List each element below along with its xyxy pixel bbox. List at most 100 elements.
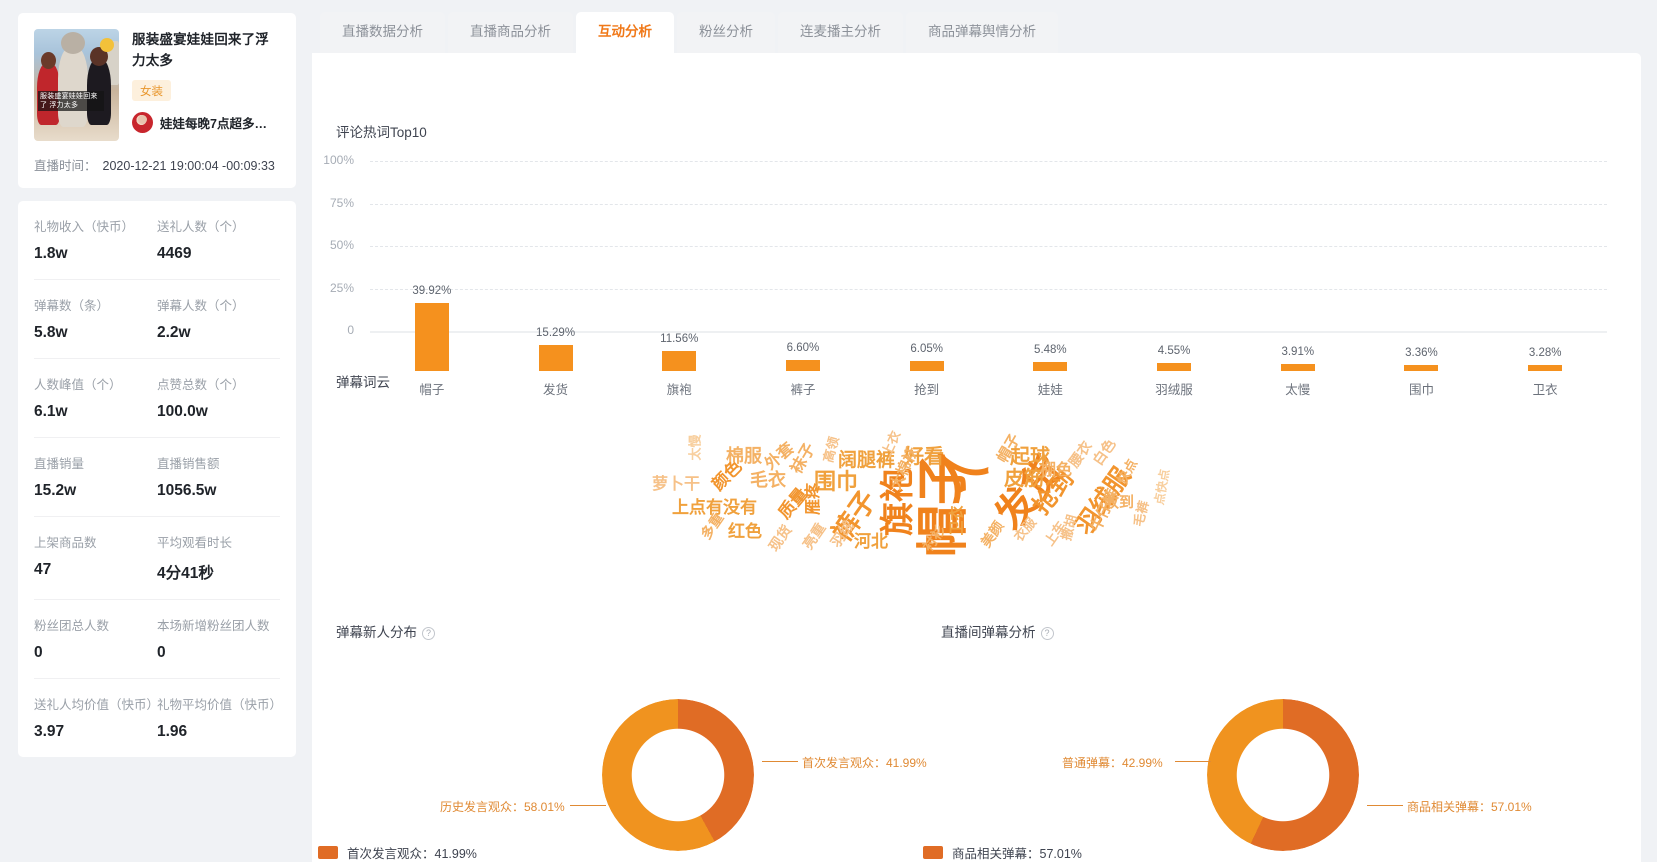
donut-right-callout-1: 商品相关弹幕：57.01% [1407, 798, 1532, 815]
bar-value-label: 15.29% [536, 327, 575, 339]
bar[interactable] [1033, 362, 1067, 371]
donut-ring [602, 699, 754, 851]
donut-left-callout-2: 历史发言观众：58.01% [440, 798, 565, 815]
bar[interactable] [1281, 364, 1315, 371]
stat-cell: 粉丝团总人数 0 [34, 617, 157, 662]
legend-label: 商品相关弹幕：57.01% [952, 843, 1082, 862]
stat-label: 人数峰值（个） [34, 376, 157, 394]
donut-right-legend: 商品相关弹幕：57.01% 普通弹幕：42.99% [923, 843, 1082, 862]
stat-label: 粉丝团总人数 [34, 617, 157, 635]
stat-row: 礼物收入（快币） 1.8w 送礼人数（个） 4469 [34, 201, 280, 280]
stat-value: 4分41秒 [157, 561, 280, 583]
tab-colive-host-analysis[interactable]: 连麦播主分析 [778, 12, 903, 53]
bar-category-label: 抢到 [914, 379, 939, 398]
legend-label: 首次发言观众：41.99% [347, 843, 477, 862]
help-icon[interactable]: ? [422, 627, 435, 640]
stat-row: 弹幕数（条） 5.8w 弹幕人数（个） 2.2w [34, 280, 280, 359]
stat-row: 人数峰值（个） 6.1w 点赞总数（个） 100.0w [34, 359, 280, 438]
bar-category-label: 发货 [543, 379, 568, 398]
word-cloud-word[interactable]: 太慢 [689, 434, 702, 460]
leader-line [570, 805, 606, 806]
stat-row: 上架商品数 47 平均观看时长 4分41秒 [34, 517, 280, 600]
word-cloud-word[interactable]: 皮筋 [1004, 469, 1044, 489]
bar-column[interactable]: 4.55%羽绒服 [1112, 201, 1236, 371]
stat-label: 送礼人数（个） [157, 218, 280, 236]
word-cloud-word[interactable]: 毛裤 [1131, 499, 1150, 527]
legend-item[interactable]: 商品相关弹幕：57.01% [923, 843, 1082, 862]
bar-column[interactable]: 39.92%帽子 [370, 201, 494, 371]
bar-column[interactable]: 15.29%发货 [494, 201, 618, 371]
leader-line [1175, 761, 1211, 762]
bar[interactable] [1404, 365, 1438, 371]
anchor-row[interactable]: 娃娃每晚7点超多… [132, 112, 280, 133]
stat-label: 直播销量 [34, 455, 157, 473]
tab-product-danmu-sentiment[interactable]: 商品弹幕舆情分析 [906, 12, 1058, 53]
stat-label: 点赞总数（个） [157, 376, 280, 394]
legend-item[interactable]: 首次发言观众：41.99% [318, 843, 477, 862]
word-cloud-word[interactable]: 上衣 [880, 429, 903, 458]
word-cloud-word[interactable]: 快点 [1115, 457, 1139, 486]
stat-cell: 弹幕数（条） 5.8w [34, 297, 157, 342]
bar-category-label: 羽绒服 [1155, 379, 1193, 398]
bar-value-label: 3.28% [1529, 347, 1562, 359]
stat-value: 0 [157, 644, 280, 662]
bar[interactable] [539, 345, 573, 371]
bar-column[interactable]: 5.48%娃娃 [989, 201, 1113, 371]
donut-right-title: 直播间弹幕分析? [941, 621, 1054, 641]
bar[interactable] [662, 351, 696, 371]
emoji-icon [100, 38, 114, 52]
bar-category-label: 太慢 [1285, 379, 1310, 398]
word-cloud-word[interactable]: 河北 [854, 533, 888, 550]
bar[interactable] [786, 360, 820, 371]
word-cloud-word[interactable]: 现货 [766, 523, 794, 554]
bar-column[interactable]: 11.56%旗袍 [617, 201, 741, 371]
leader-line [1367, 805, 1403, 806]
word-cloud-word[interactable]: 卫衣 [950, 505, 965, 535]
stat-label: 平均观看时长 [157, 534, 280, 552]
bar[interactable] [1157, 363, 1191, 371]
bar-column[interactable]: 6.05%抢到 [865, 201, 989, 371]
word-cloud-word[interactable]: 点快点 [1153, 468, 1171, 506]
legend-swatch [923, 846, 943, 859]
bar-category-label: 裤子 [790, 379, 815, 398]
bar-value-label: 4.55% [1158, 345, 1191, 357]
stat-row: 粉丝团总人数 0 本场新增粉丝团人数 0 [34, 600, 280, 679]
y-axis-tick: 100% [312, 153, 354, 167]
stat-cell: 点赞总数（个） 100.0w [157, 376, 280, 421]
bar[interactable] [415, 303, 449, 371]
tab-fans-analysis[interactable]: 粉丝分析 [677, 12, 775, 53]
word-cloud-word[interactable]: 毛衣 [750, 471, 786, 489]
tab-interaction-analysis[interactable]: 互动分析 [576, 12, 674, 53]
avatar [132, 112, 153, 133]
thumbnail-caption: 服装盛宴娃娃回来了 浮力太多 [38, 91, 104, 111]
tab-live-product-analysis[interactable]: 直播商品分析 [448, 12, 573, 53]
bar[interactable] [910, 361, 944, 371]
stat-cell: 送礼人均价值（快币） 3.97 [34, 696, 157, 741]
bar-column[interactable]: 6.60%裤子 [741, 201, 865, 371]
bar-value-label: 39.92% [412, 285, 451, 297]
word-cloud-word[interactable]: 亮重 [800, 521, 828, 552]
word-cloud-word[interactable]: 红色 [728, 523, 762, 540]
stat-cell: 礼物收入（快币） 1.8w [34, 218, 157, 263]
live-thumbnail[interactable]: 服装盛宴娃娃回来了 浮力太多 [34, 29, 119, 141]
stat-cell: 平均观看时长 4分41秒 [157, 534, 280, 583]
stat-row: 送礼人均价值（快币） 3.97 礼物平均价值（快币） 1.96 [34, 679, 280, 757]
leader-line [762, 761, 798, 762]
y-axis-tick: 75% [312, 196, 354, 210]
bar-column[interactable]: 3.36%围巾 [1360, 201, 1484, 371]
bar-column[interactable]: 3.91%太慢 [1236, 201, 1360, 371]
word-cloud-word[interactable]: 萝卜干 [652, 477, 700, 493]
bar[interactable] [1528, 365, 1562, 371]
word-cloud-word[interactable]: 棚色 [1040, 463, 1072, 479]
stat-cell: 上架商品数 47 [34, 534, 157, 583]
tab-live-data-analysis[interactable]: 直播数据分析 [320, 12, 445, 53]
word-cloud-word[interactable]: 撒胡 [1059, 513, 1078, 541]
donut-left-title-text: 弹幕新人分布 [336, 625, 417, 640]
word-cloud-word[interactable]: 美颜 [978, 519, 1006, 550]
donut-right-chart[interactable] [1207, 699, 1359, 851]
donut-left-chart[interactable] [602, 699, 754, 851]
donut-left-title: 弹幕新人分布? [336, 621, 435, 641]
bar-column[interactable]: 3.28%卫衣 [1483, 201, 1607, 371]
word-cloud-word[interactable]: 雁疼 [806, 483, 822, 515]
help-icon[interactable]: ? [1041, 627, 1054, 640]
